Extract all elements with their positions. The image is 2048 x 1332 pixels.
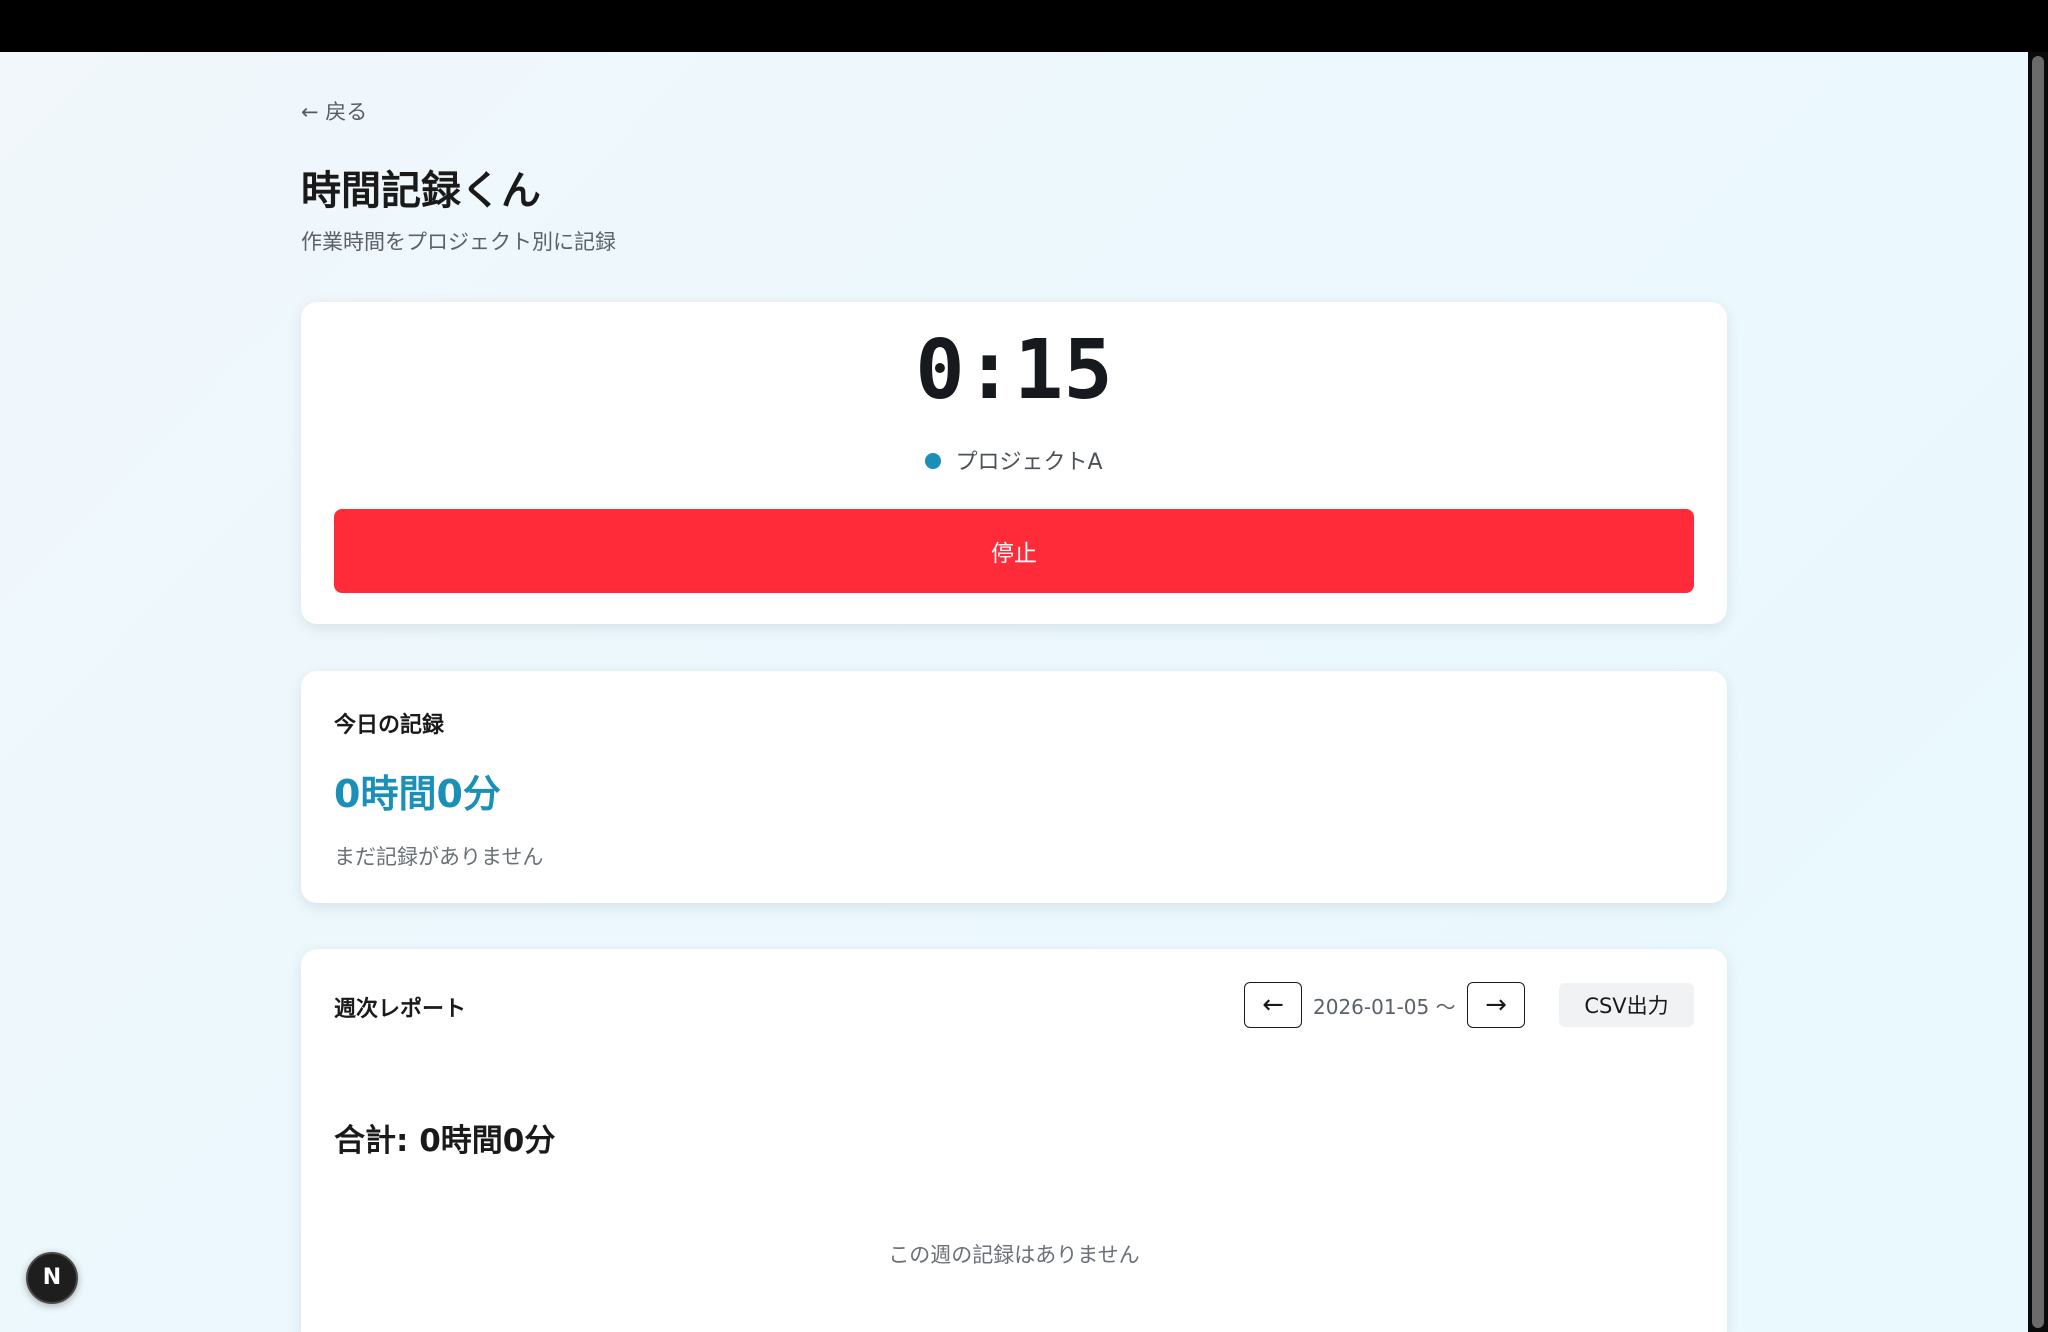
scrollbar-thumb[interactable]: [2032, 56, 2044, 1328]
nextjs-dev-badge-icon[interactable]: N: [26, 1252, 78, 1304]
timer-display: 0:15: [915, 323, 1113, 418]
browser-top-bar: [0, 0, 2048, 52]
today-title: 今日の記録: [334, 713, 445, 738]
stop-button[interactable]: 停止: [334, 509, 1694, 593]
page-subtitle: 作業時間をプロジェクト別に記録: [301, 230, 616, 254]
prev-week-button[interactable]: ←: [1244, 982, 1302, 1028]
page-title: 時間記録くん: [301, 168, 541, 214]
project-color-dot: [925, 453, 942, 469]
weekly-empty-message: この週の記録はありません: [888, 1243, 1140, 1267]
today-card: 今日の記録 0時間0分 まだ記録がありません: [301, 671, 1727, 903]
week-range-label: 2026-01-05 〜: [1313, 995, 1456, 1019]
today-empty-message: まだ記録がありません: [334, 845, 544, 869]
scrollbar[interactable]: [2028, 52, 2048, 1332]
timer-card: 0:15 プロジェクトA 停止: [301, 302, 1727, 624]
current-project: プロジェクトA: [301, 444, 1727, 476]
page-viewport: ← 戻る 時間記録くん 作業時間をプロジェクト別に記録 0:15 プロジェクトA…: [0, 52, 2028, 1332]
csv-export-button[interactable]: CSV出力: [1559, 983, 1694, 1027]
today-total: 0時間0分: [334, 772, 501, 816]
weekly-total: 合計: 0時間0分: [334, 1123, 556, 1159]
project-name: プロジェクトA: [955, 450, 1103, 475]
back-link[interactable]: ← 戻る: [301, 96, 367, 126]
weekly-report-card: 週次レポート ← 2026-01-05 〜 → CSV出力 合計: 0時間0分 …: [301, 949, 1727, 1332]
next-week-button[interactable]: →: [1467, 982, 1525, 1028]
weekly-title: 週次レポート: [334, 997, 467, 1022]
